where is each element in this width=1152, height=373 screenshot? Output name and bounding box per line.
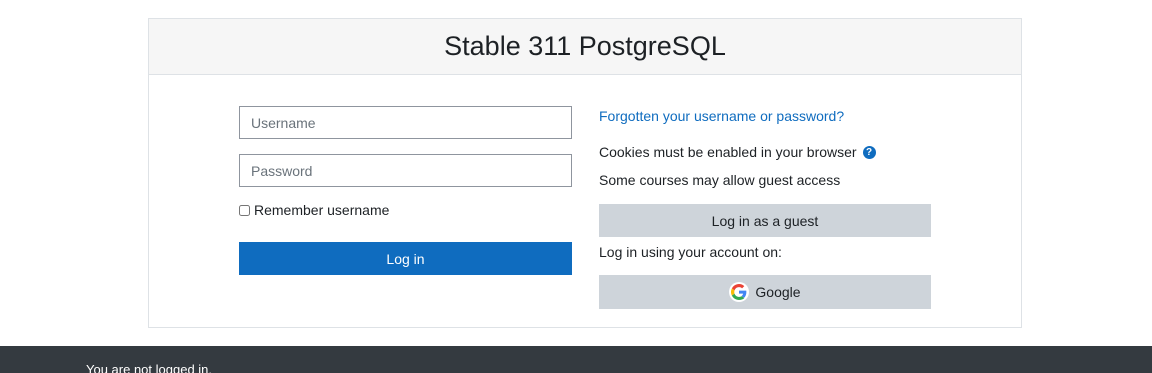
account-login-text: Log in using your account on: (599, 244, 782, 260)
remember-username[interactable]: Remember username (239, 202, 389, 218)
guest-access-text: Some courses may allow guest access (599, 172, 841, 188)
cookies-text: Cookies must be enabled in your browser (599, 144, 857, 160)
question-circle-icon[interactable]: ? (862, 145, 876, 159)
login-card: Stable 311 PostgreSQL Remember username … (148, 18, 1022, 328)
login-button[interactable]: Log in (239, 242, 572, 275)
google-login-label: Google (755, 284, 801, 300)
google-login-button[interactable]: Google (599, 275, 931, 309)
remember-username-checkbox[interactable] (239, 204, 250, 216)
page-footer: You are not logged in. (0, 346, 1152, 373)
guest-login-button[interactable]: Log in as a guest (599, 204, 931, 237)
card-header: Stable 311 PostgreSQL (149, 19, 1021, 75)
forgot-password-link[interactable]: Forgotten your username or password? (599, 108, 844, 124)
remember-username-label: Remember username (254, 202, 390, 218)
login-status-text: You are not logged in. (86, 362, 213, 373)
page-title: Stable 311 PostgreSQL (444, 31, 726, 61)
password-input[interactable] (239, 154, 572, 187)
cookies-notice: Cookies must be enabled in your browser … (599, 144, 876, 160)
username-input[interactable] (239, 106, 572, 139)
guest-login-label: Log in as a guest (711, 212, 819, 229)
google-logo-icon (729, 282, 750, 302)
